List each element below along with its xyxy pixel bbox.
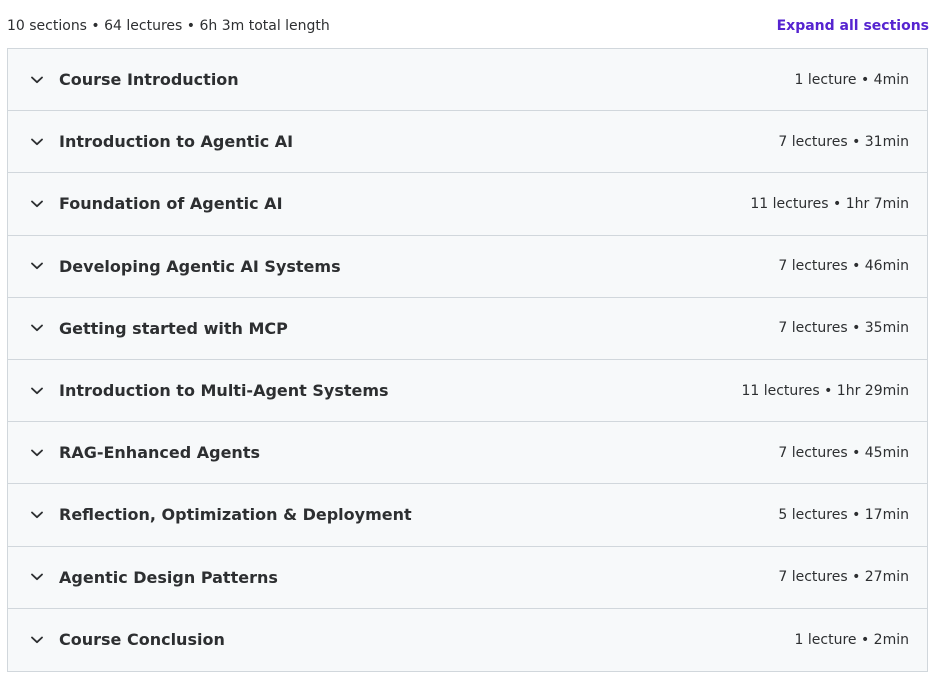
section-title: Introduction to Agentic AI [59, 132, 294, 152]
chevron-down-icon-svg [31, 324, 43, 332]
chevron-down-icon-svg [31, 262, 43, 270]
chevron-down-icon-svg [31, 511, 43, 519]
chevron-down-icon [30, 197, 44, 211]
section-item[interactable]: Reflection, Optimization & Deployment 5 … [8, 484, 927, 547]
section-left: Course Conclusion [30, 630, 225, 649]
section-left: Developing Agentic AI Systems [30, 257, 341, 276]
section-meta: 7 lectures • 31min [778, 133, 909, 150]
section-title: Course Introduction [59, 70, 239, 90]
section-title: Agentic Design Patterns [59, 567, 278, 587]
chevron-down-icon [30, 384, 44, 398]
section-left: Course Introduction [30, 70, 239, 89]
chevron-down-icon-svg [31, 636, 43, 643]
chevron-down-icon-svg [31, 76, 43, 83]
section-item[interactable]: Agentic Design Patterns 7 lectures • 27m… [8, 547, 927, 609]
section-list: Course Introduction 1 lecture • 4min Int… [7, 48, 928, 672]
section-item[interactable]: Course Introduction 1 lecture • 4min [8, 49, 927, 112]
chevron-down-icon-svg [31, 387, 43, 394]
section-title: Reflection, Optimization & Deployment [59, 505, 412, 525]
section-left: RAG-Enhanced Agents [30, 443, 260, 462]
expand-all-sections-button[interactable]: Expand all sections [777, 18, 929, 34]
section-left: Reflection, Optimization & Deployment [30, 505, 412, 524]
chevron-down-icon [30, 73, 44, 87]
section-meta: 11 lectures • 1hr 7min [750, 195, 909, 212]
section-title: Foundation of Agentic AI [59, 194, 283, 214]
chevron-down-icon [30, 633, 44, 647]
section-left: Foundation of Agentic AI [30, 194, 283, 213]
section-title: RAG-Enhanced Agents [59, 443, 260, 463]
section-left: Getting started with MCP [30, 319, 288, 338]
chevron-down-icon [30, 446, 44, 460]
section-meta: 7 lectures • 27min [778, 569, 909, 586]
section-title: Introduction to Multi-Agent Systems [59, 381, 389, 401]
section-meta: 1 lecture • 4min [794, 71, 909, 88]
section-title: Developing Agentic AI Systems [59, 256, 341, 276]
section-meta: 11 lectures • 1hr 29min [741, 382, 909, 399]
curriculum-summary: 10 sections • 64 lectures • 6h 3m total … [7, 18, 330, 34]
section-item[interactable]: RAG-Enhanced Agents 7 lectures • 45min [8, 422, 927, 485]
curriculum-header: 10 sections • 64 lectures • 6h 3m total … [7, 14, 929, 38]
chevron-down-icon [30, 570, 44, 584]
section-item[interactable]: Course Conclusion 1 lecture • 2min [8, 609, 927, 671]
chevron-down-icon-svg [31, 573, 43, 581]
section-meta: 7 lectures • 46min [778, 258, 909, 275]
chevron-down-icon [30, 508, 44, 522]
chevron-down-icon-svg [31, 200, 43, 208]
section-title: Course Conclusion [59, 630, 225, 650]
section-meta: 7 lectures • 45min [778, 444, 909, 461]
section-item[interactable]: Getting started with MCP 7 lectures • 35… [8, 298, 927, 360]
section-item[interactable]: Foundation of Agentic AI 11 lectures • 1… [8, 173, 927, 236]
section-meta: 7 lectures • 35min [778, 320, 909, 337]
chevron-down-icon-svg [31, 449, 43, 456]
section-left: Introduction to Multi-Agent Systems [30, 381, 389, 400]
chevron-down-icon-svg [31, 138, 43, 145]
section-meta: 1 lecture • 2min [794, 631, 909, 648]
section-title: Getting started with MCP [59, 318, 288, 338]
section-item[interactable]: Introduction to Multi-Agent Systems 11 l… [8, 360, 927, 423]
chevron-down-icon [30, 259, 44, 273]
section-item[interactable]: Introduction to Agentic AI 7 lectures • … [8, 111, 927, 174]
section-left: Agentic Design Patterns [30, 568, 278, 587]
section-left: Introduction to Agentic AI [30, 132, 293, 151]
chevron-down-icon [30, 321, 44, 335]
section-item[interactable]: Developing Agentic AI Systems 7 lectures… [8, 236, 927, 298]
section-meta: 5 lectures • 17min [778, 506, 909, 523]
chevron-down-icon [30, 135, 44, 149]
